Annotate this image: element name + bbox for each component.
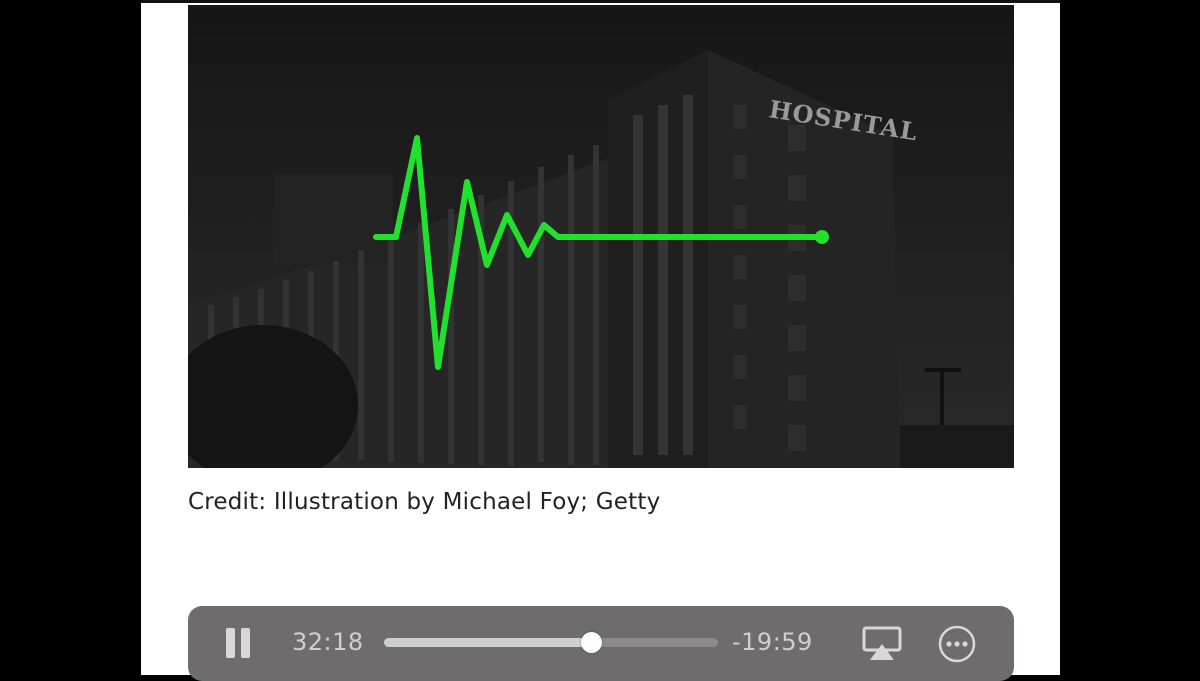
progress-fill <box>384 638 592 647</box>
image-caption: Credit: Illustration by Michael Foy; Get… <box>188 489 661 515</box>
pause-icon[interactable] <box>224 628 252 658</box>
remaining-time: -19:59 <box>732 628 813 656</box>
airplay-icon[interactable] <box>862 626 902 662</box>
elapsed-time: 32:18 <box>292 628 364 656</box>
article-hero-image: HOSPITAL <box>188 5 1014 468</box>
heartbeat-dot <box>815 230 829 244</box>
audio-player: 32:18 -19:59 <box>188 606 1014 681</box>
hospital-illustration: HOSPITAL <box>188 5 1014 468</box>
progress-scrubber-handle[interactable] <box>581 632 603 653</box>
progress-track[interactable] <box>384 632 718 653</box>
more-options-icon[interactable] <box>937 624 977 664</box>
